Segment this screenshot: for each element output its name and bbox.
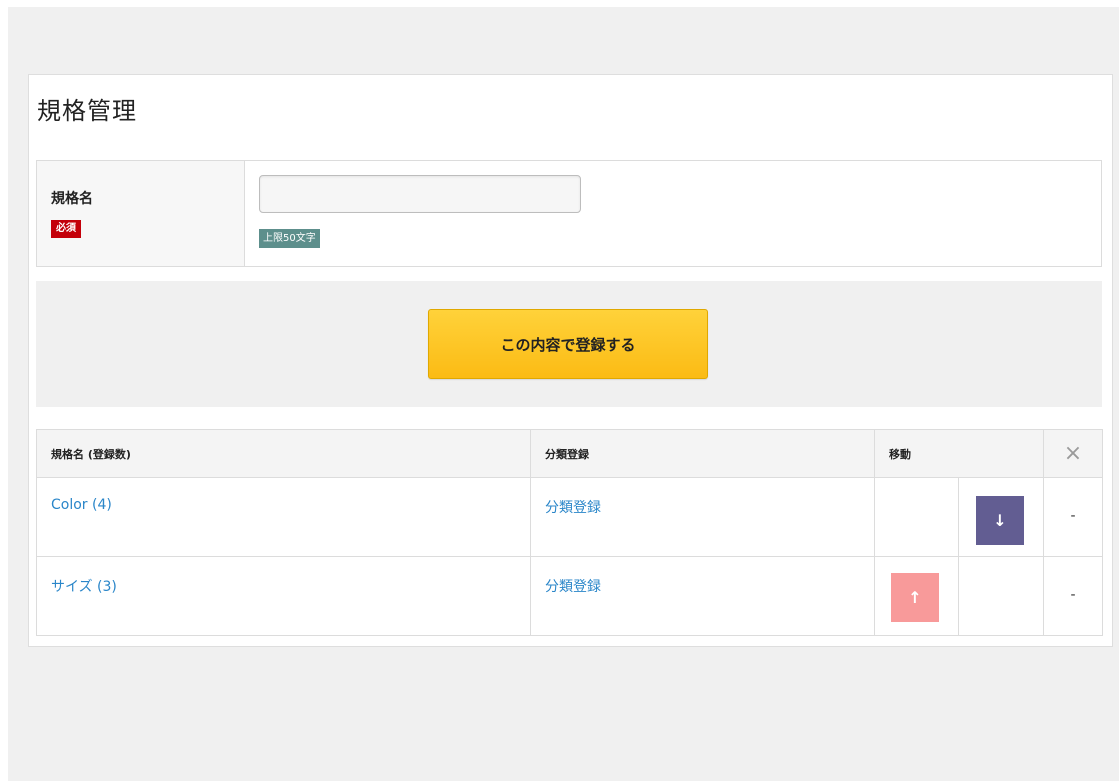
submit-button[interactable]: この内容で登録する [428, 309, 708, 379]
spec-form-table: 規格名 必須 上限50文字 [36, 160, 1102, 267]
spec-name-cell: Color (4) [36, 477, 531, 557]
spec-name-link[interactable]: Color (4) [51, 497, 112, 513]
submit-area: この内容で登録する [36, 281, 1102, 407]
category-cell: 分類登録 [530, 477, 875, 557]
delete-placeholder: - [1070, 587, 1076, 603]
spec-management-panel: 規格管理 規格名 必須 上限50文字 この内容で登録する 規格名 (登録数) 分… [28, 74, 1113, 647]
move-up-button[interactable]: ↑ [891, 573, 939, 622]
required-badge: 必須 [51, 220, 81, 238]
category-cell: 分類登録 [530, 556, 875, 636]
page-background: 規格管理 規格名 必須 上限50文字 この内容で登録する 規格名 (登録数) 分… [8, 7, 1119, 781]
header-category: 分類登録 [530, 429, 875, 478]
spec-name-header-cell: 規格名 必須 [37, 161, 245, 266]
spec-name-label: 規格名 [51, 191, 93, 207]
spec-name-link[interactable]: サイズ (3) [51, 576, 117, 596]
delete-placeholder: - [1070, 508, 1076, 524]
spec-name-input-cell: 上限50文字 [245, 161, 1101, 266]
header-spec-name: 規格名 (登録数) [36, 429, 531, 478]
spec-name-input[interactable] [259, 175, 581, 213]
move-up-cell: ↑ [874, 556, 959, 636]
table-row: サイズ (3) 分類登録 ↑ - [36, 556, 1103, 636]
close-icon[interactable]: × [1064, 442, 1082, 465]
header-close: × [1043, 429, 1103, 478]
category-register-link[interactable]: 分類登録 [545, 576, 601, 596]
move-up-cell [874, 477, 959, 557]
table-row: Color (4) 分類登録 ↓ - [36, 477, 1103, 557]
move-down-cell: ↓ [958, 477, 1044, 557]
move-down-button[interactable]: ↓ [976, 496, 1024, 545]
char-limit-badge: 上限50文字 [259, 229, 320, 248]
header-move: 移動 [874, 429, 1044, 478]
move-down-cell [958, 556, 1044, 636]
delete-cell: - [1043, 477, 1103, 557]
spec-name-cell: サイズ (3) [36, 556, 531, 636]
table-header-row: 規格名 (登録数) 分類登録 移動 × [36, 429, 1103, 478]
delete-cell: - [1043, 556, 1103, 636]
page-title: 規格管理 [37, 97, 137, 125]
category-register-link[interactable]: 分類登録 [545, 497, 601, 517]
spec-list-table: 規格名 (登録数) 分類登録 移動 × Color (4) 分類登録 ↓ - サ… [36, 429, 1103, 636]
